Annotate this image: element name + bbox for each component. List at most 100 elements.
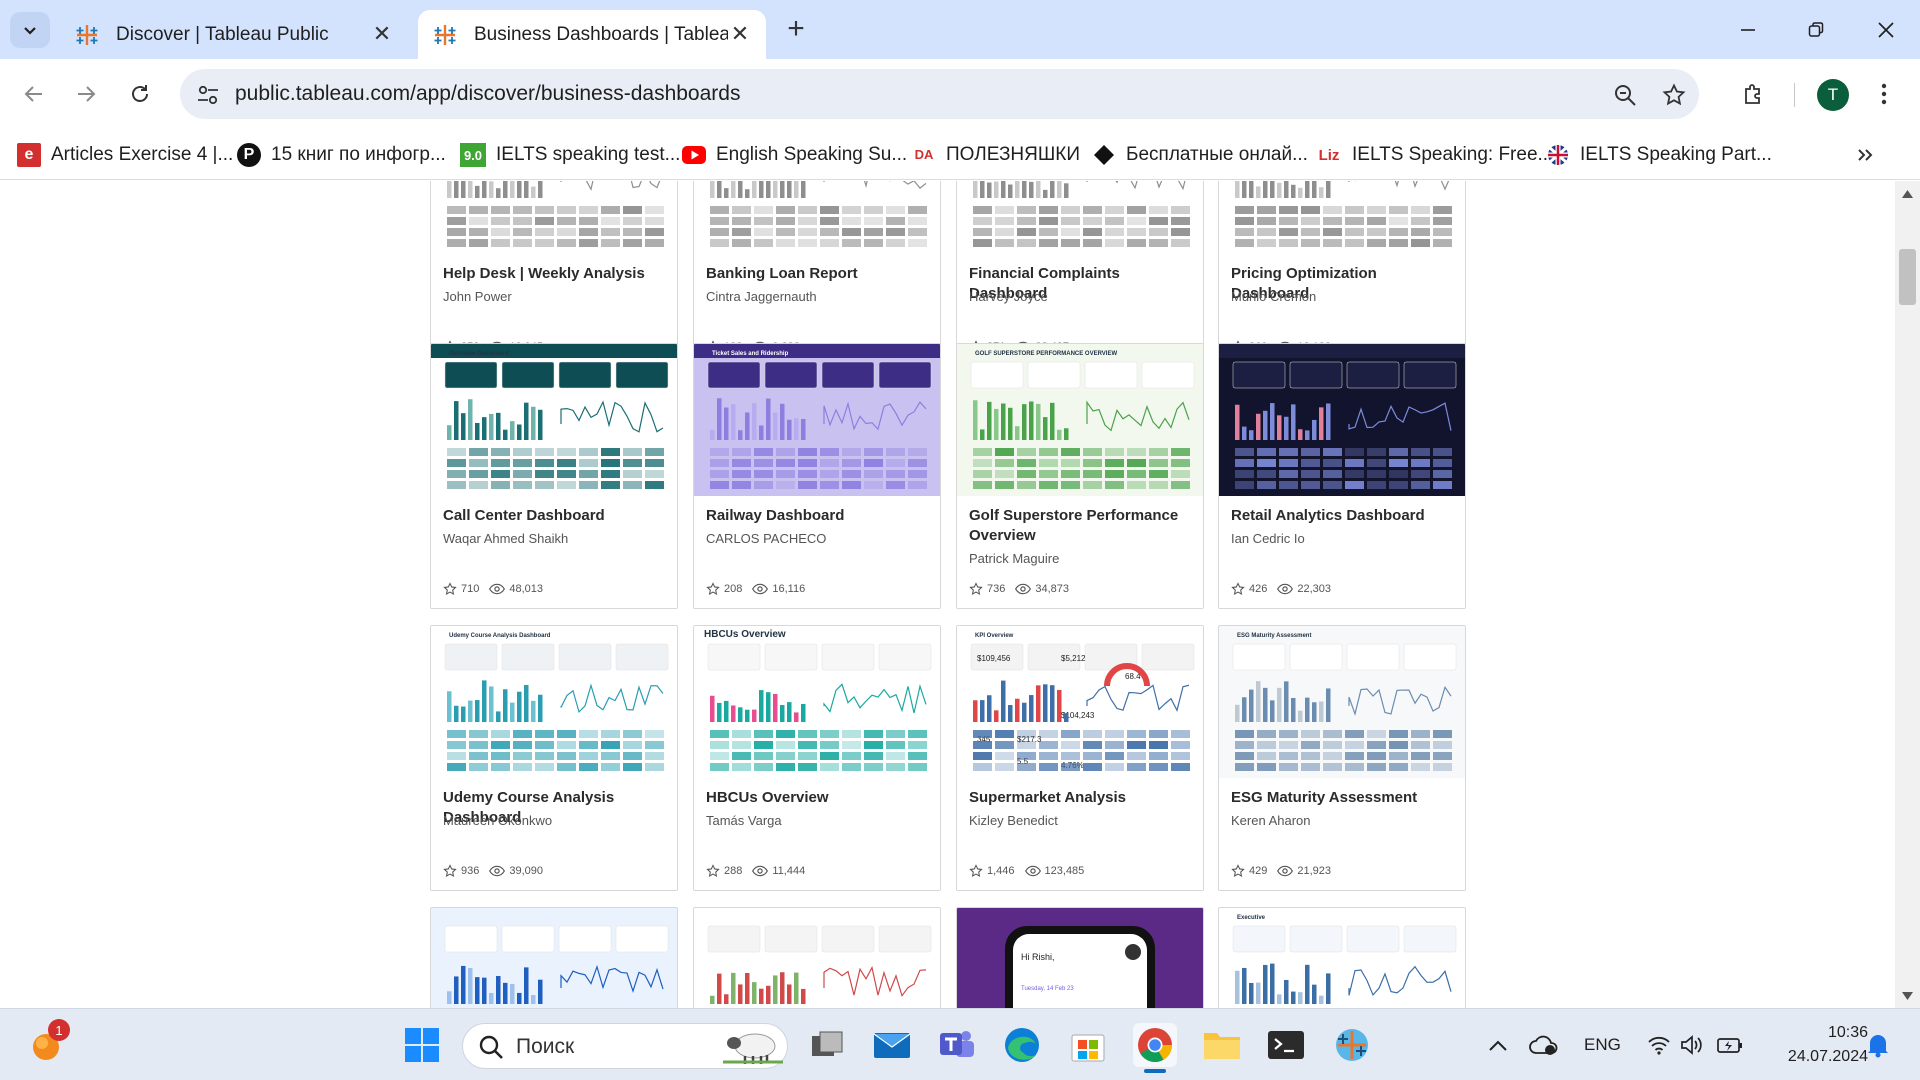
star-outline-icon[interactable] [969, 864, 983, 878]
dashboard-author[interactable]: Harvey Joyce [969, 289, 1048, 304]
bookmark-item[interactable]: DA ПОЛЕЗНЯШКИ [912, 139, 1080, 171]
show-hidden-icons-button[interactable] [1476, 1023, 1520, 1067]
reload-button[interactable] [122, 76, 158, 112]
tab-close-button[interactable]: ✕ [370, 22, 394, 47]
dashboard-thumbnail[interactable]: KPI Overview $109,456 $5,212 $104,243 68.4 34… [957, 626, 1203, 778]
star-outline-icon[interactable] [1231, 582, 1245, 596]
dashboard-title[interactable]: Supermarket Analysis [969, 788, 1194, 808]
bookmark-item[interactable]: Бесплатные онлай... [1092, 139, 1308, 171]
dashboard-card[interactable]: Banking Loan ReportCintra Jaggernauth132… [693, 181, 941, 367]
dashboard-thumbnail[interactable]: Udemy Course Analysis Dashboard [431, 626, 677, 778]
dashboard-author[interactable]: Patrick Maguire [969, 551, 1059, 566]
dashboard-card[interactable]: Executive [1218, 907, 1466, 1008]
dashboard-author[interactable]: Kizley Benedict [969, 813, 1058, 828]
dashboard-card[interactable]: Financial Complaints Dashboard Harvey Joy… [956, 181, 1204, 367]
minimize-button[interactable] [1724, 12, 1772, 48]
dashboard-author[interactable]: John Power [443, 289, 512, 304]
edge-app-button[interactable] [1000, 1023, 1044, 1067]
dashboard-thumbnail[interactable] [431, 181, 677, 254]
dashboard-thumbnail[interactable] [694, 908, 940, 1008]
zoom-button[interactable] [1609, 79, 1641, 111]
back-button[interactable] [16, 76, 52, 112]
dashboard-card[interactable]: Ticket Sales and Ridership Railway Dashbo… [693, 343, 941, 609]
dashboard-title[interactable]: Railway Dashboard [706, 506, 931, 526]
dashboard-card[interactable]: HBCUs Overview HBCUs Overview Tamás Varga 2… [693, 625, 941, 891]
chrome-menu-button[interactable] [1866, 76, 1902, 112]
dashboard-thumbnail[interactable]: Hi Rishi, Tuesday, 14 Feb 23 [957, 908, 1203, 1008]
taskbar-search[interactable]: Поиск [462, 1023, 788, 1069]
dashboard-card[interactable]: Udemy Course Analysis Dashboard Udemy Cou… [430, 625, 678, 891]
dashboard-card[interactable]: ESG Maturity Assessment ESG Maturity Asse… [1218, 625, 1466, 891]
dashboard-card[interactable] [430, 907, 678, 1008]
restore-button[interactable] [1792, 12, 1840, 48]
new-tab-button[interactable]: + [780, 14, 812, 46]
bookmark-star-button[interactable] [1658, 79, 1690, 111]
star-outline-icon[interactable] [706, 864, 720, 878]
bookmark-item[interactable]: IELTS Speaking Part... [1546, 139, 1772, 171]
page-scrollbar[interactable] [1895, 181, 1920, 1008]
teams-app-button[interactable] [935, 1023, 979, 1067]
notifications-button[interactable] [1856, 1023, 1900, 1067]
file-explorer-button[interactable] [1200, 1023, 1244, 1067]
tableau-app-button[interactable] [1330, 1023, 1374, 1067]
url-text[interactable]: public.tableau.com/app/discover/business… [235, 82, 740, 106]
tab-discover[interactable]: Discover | Tableau Public ✕ [60, 10, 408, 59]
bookmark-item[interactable]: Liz IELTS Speaking: Free... [1316, 139, 1554, 171]
star-outline-icon[interactable] [706, 582, 720, 596]
dashboard-title[interactable]: HBCUs Overview [706, 788, 931, 808]
star-outline-icon[interactable] [443, 582, 457, 596]
bookmark-item[interactable]: P 15 книг по инфогр... [237, 139, 446, 171]
profile-avatar[interactable]: T [1817, 79, 1849, 111]
dashboard-card[interactable]: GOLF SUPERSTORE PERFORMANCE OVERVIEW Golf… [956, 343, 1204, 609]
dashboard-author[interactable]: Murilo Cremon [1231, 289, 1316, 304]
dashboard-title[interactable]: Banking Loan Report [706, 264, 931, 284]
scrollbar-thumb[interactable] [1899, 249, 1916, 305]
dashboard-thumbnail[interactable] [957, 181, 1203, 254]
star-outline-icon[interactable] [443, 864, 457, 878]
dashboard-author[interactable]: Keren Aharon [1231, 813, 1311, 828]
dashboard-title[interactable]: Retail Analytics Dashboard [1231, 506, 1456, 526]
dashboard-thumbnail[interactable]: GOLF SUPERSTORE PERFORMANCE OVERVIEW [957, 344, 1203, 496]
bookmark-item[interactable]: 9.0 IELTS speaking test... [460, 139, 680, 171]
bookmarks-overflow-button[interactable] [1856, 139, 1874, 171]
forward-button[interactable] [68, 76, 104, 112]
mail-app-button[interactable] [870, 1023, 914, 1067]
dashboard-card[interactable]: Hi Rishi, Tuesday, 14 Feb 23 [956, 907, 1204, 1008]
dashboard-thumbnail[interactable] [694, 181, 940, 254]
dashboard-thumbnail[interactable] [1219, 181, 1465, 254]
dashboard-author[interactable]: Cintra Jaggernauth [706, 289, 817, 304]
dashboard-author[interactable]: Waqar Ahmed Shaikh [443, 531, 568, 546]
dashboard-author[interactable]: CARLOS PACHECO [706, 531, 826, 546]
dashboard-thumbnail[interactable]: ESG Maturity Assessment [1219, 626, 1465, 778]
tab-search-button[interactable] [10, 12, 50, 48]
dashboard-card[interactable] [693, 907, 941, 1008]
dashboard-thumbnail[interactable]: Overview Dashboard [431, 344, 677, 496]
bookmark-item[interactable]: e Articles Exercise 4 |... [17, 139, 233, 171]
dashboard-title[interactable]: Call Center Dashboard [443, 506, 668, 526]
dashboard-title[interactable]: ESG Maturity Assessment [1231, 788, 1456, 808]
dashboard-title[interactable]: Golf Superstore Performance Overview [969, 506, 1194, 546]
tab-business-dashboards[interactable]: Business Dashboards | Tableau Public ✕ [418, 10, 766, 59]
dashboard-thumbnail[interactable] [1219, 344, 1465, 496]
battery-button[interactable] [1708, 1023, 1752, 1067]
star-outline-icon[interactable] [1231, 864, 1245, 878]
input-language[interactable]: ENG [1584, 1035, 1621, 1055]
dashboard-author[interactable]: Tamás Varga [706, 813, 782, 828]
chrome-app-button[interactable] [1133, 1023, 1177, 1073]
dashboard-card[interactable]: Pricing Optimization Dashboard Murilo Cre… [1218, 181, 1466, 367]
dashboard-author[interactable]: Ian Cedric Io [1231, 531, 1305, 546]
dashboard-card[interactable]: Overview Dashboard Call Center Dashboard W… [430, 343, 678, 609]
dashboard-card[interactable]: Retail Analytics Dashboard Ian Cedric Io 4… [1218, 343, 1466, 609]
start-button[interactable] [400, 1023, 444, 1067]
dashboard-title[interactable]: Help Desk | Weekly Analysis [443, 264, 668, 284]
dashboard-card[interactable]: Help Desk | Weekly AnalysisJohn Power352… [430, 181, 678, 367]
dashboard-thumbnail[interactable] [431, 908, 677, 1008]
task-view-button[interactable] [805, 1023, 849, 1067]
tab-close-button[interactable]: ✕ [728, 22, 752, 47]
site-settings-icon[interactable] [194, 81, 222, 109]
dashboard-thumbnail[interactable]: HBCUs Overview [694, 626, 940, 778]
star-outline-icon[interactable] [969, 582, 983, 596]
scroll-down-button[interactable] [1901, 989, 1914, 1002]
dashboard-thumbnail[interactable]: Ticket Sales and Ridership [694, 344, 940, 496]
scroll-up-button[interactable] [1901, 187, 1914, 200]
